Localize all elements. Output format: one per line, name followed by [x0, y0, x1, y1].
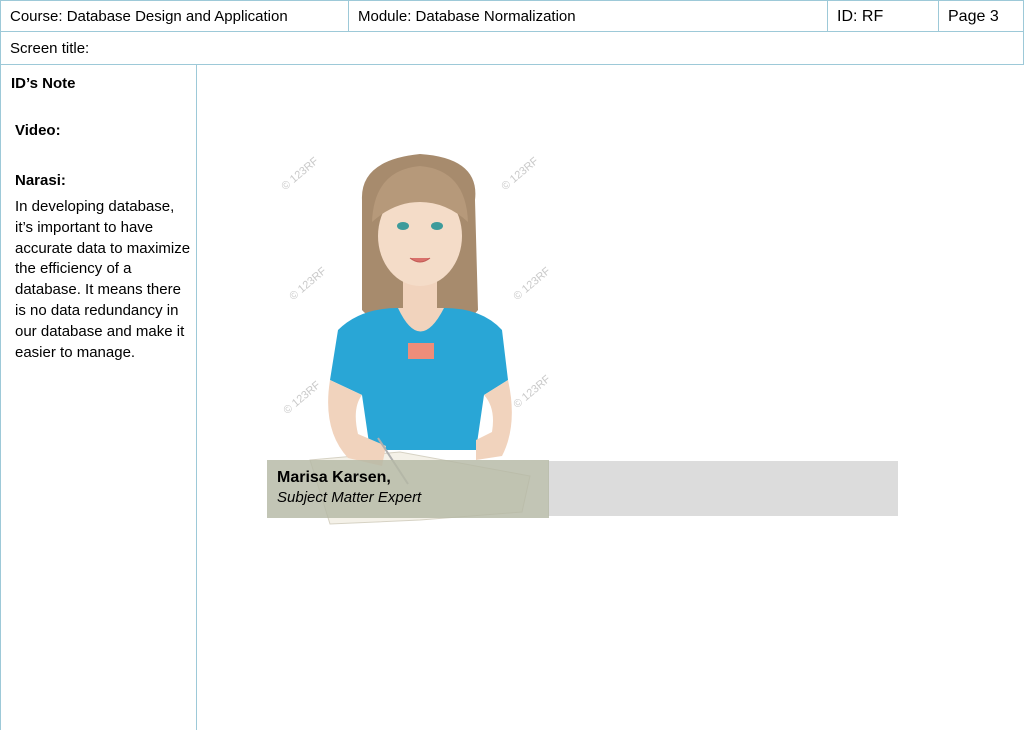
video-label: Video: [15, 122, 61, 139]
speaker-role: Subject Matter Expert [277, 489, 422, 506]
ids-note-panel: ID’s Note Video: Narasi: In developing d… [0, 64, 197, 730]
id-cell: ID: RF [827, 0, 939, 32]
narasi-label: Narasi: [15, 172, 66, 189]
speaker-name: Marisa Karsen, [277, 469, 391, 486]
caption-bar [548, 461, 898, 516]
page-number-cell: Page 3 [938, 0, 1024, 32]
narasi-text: In developing database, it’s important t… [15, 198, 191, 361]
course-cell: Course: Database Design and Application [0, 0, 349, 32]
module-cell: Module: Database Normalization [348, 0, 828, 32]
ids-note-heading: ID’s Note [11, 75, 76, 92]
screen-title: Screen title: [0, 31, 1024, 65]
speaker-caption: Marisa Karsen, Subject Matter Expert [267, 460, 549, 518]
